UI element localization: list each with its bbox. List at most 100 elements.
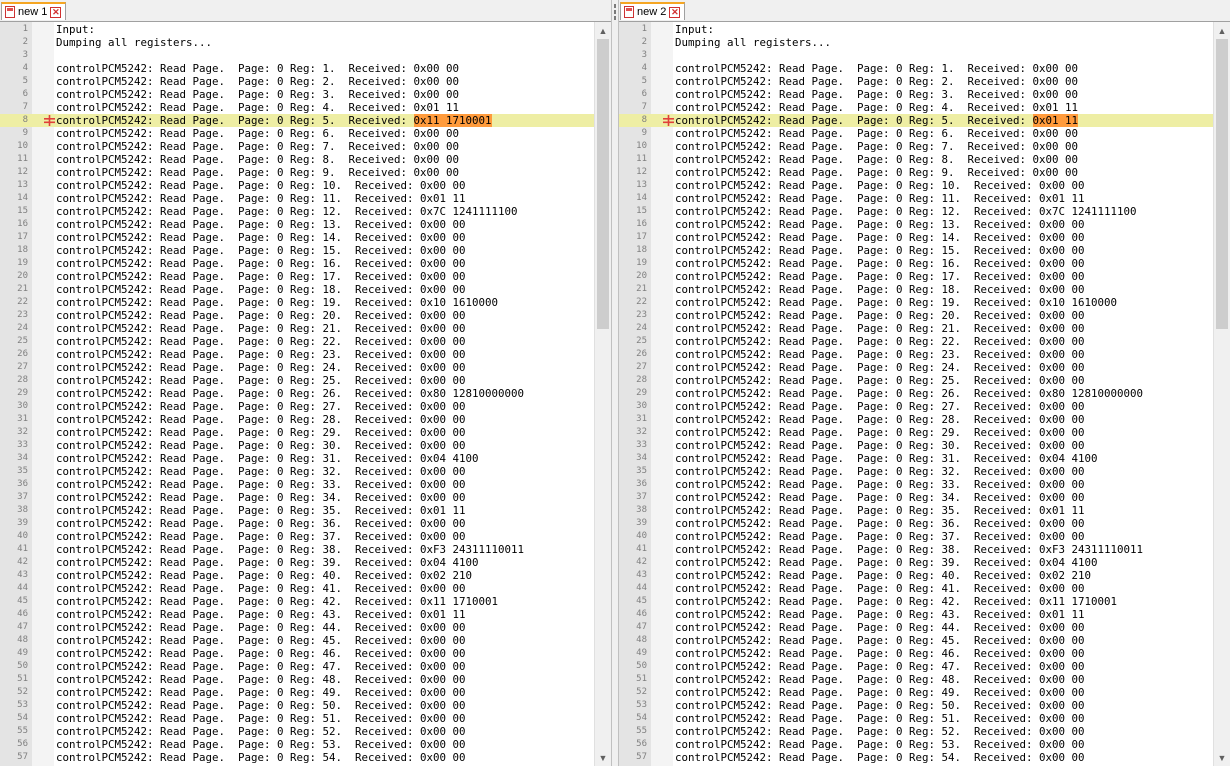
right-vertical-scrollbar[interactable]: ▲ ▼: [1213, 22, 1230, 766]
text-line[interactable]: 40 controlPCM5242: Read Page. Page: 0 Reg…: [619, 530, 1213, 543]
text-line[interactable]: 9 controlPCM5242: Read Page. Page: 0 Reg:…: [0, 127, 594, 140]
text-line[interactable]: 11 controlPCM5242: Read Page. Page: 0 Reg…: [619, 153, 1213, 166]
text-line[interactable]: 6 controlPCM5242: Read Page. Page: 0 Reg:…: [0, 88, 594, 101]
text-line[interactable]: 34 controlPCM5242: Read Page. Page: 0 Reg…: [0, 452, 594, 465]
text-line[interactable]: 37 controlPCM5242: Read Page. Page: 0 Reg…: [0, 491, 594, 504]
text-line[interactable]: 25 controlPCM5242: Read Page. Page: 0 Reg…: [619, 335, 1213, 348]
text-line[interactable]: 2 Dumping all registers...: [0, 36, 594, 49]
right-text-area[interactable]: 1 Input: 2 Dumping all registers... 3 4 contro…: [619, 22, 1213, 766]
text-line[interactable]: 6 controlPCM5242: Read Page. Page: 0 Reg:…: [619, 88, 1213, 101]
text-line[interactable]: 5 controlPCM5242: Read Page. Page: 0 Reg:…: [0, 75, 594, 88]
text-line[interactable]: 19 controlPCM5242: Read Page. Page: 0 Reg…: [0, 257, 594, 270]
text-line[interactable]: 29 controlPCM5242: Read Page. Page: 0 Reg…: [0, 387, 594, 400]
text-line[interactable]: 22 controlPCM5242: Read Page. Page: 0 Reg…: [0, 296, 594, 309]
scroll-down-icon[interactable]: ▼: [1214, 749, 1230, 766]
scroll-down-icon[interactable]: ▼: [595, 749, 611, 766]
text-line[interactable]: 12 controlPCM5242: Read Page. Page: 0 Reg…: [0, 166, 594, 179]
text-line[interactable]: 48 controlPCM5242: Read Page. Page: 0 Reg…: [619, 634, 1213, 647]
text-line[interactable]: 49 controlPCM5242: Read Page. Page: 0 Reg…: [619, 647, 1213, 660]
text-line[interactable]: 28 controlPCM5242: Read Page. Page: 0 Reg…: [619, 374, 1213, 387]
text-line[interactable]: 46 controlPCM5242: Read Page. Page: 0 Reg…: [0, 608, 594, 621]
text-line[interactable]: 26 controlPCM5242: Read Page. Page: 0 Reg…: [619, 348, 1213, 361]
text-line[interactable]: 53 controlPCM5242: Read Page. Page: 0 Reg…: [619, 699, 1213, 712]
left-text-area[interactable]: 1 Input: 2 Dumping all registers... 3 4 contro…: [0, 22, 594, 766]
text-line[interactable]: 20 controlPCM5242: Read Page. Page: 0 Reg…: [619, 270, 1213, 283]
text-line[interactable]: 41 controlPCM5242: Read Page. Page: 0 Reg…: [0, 543, 594, 556]
text-line[interactable]: 43 controlPCM5242: Read Page. Page: 0 Reg…: [619, 569, 1213, 582]
text-line[interactable]: 26 controlPCM5242: Read Page. Page: 0 Reg…: [0, 348, 594, 361]
text-line[interactable]: 13 controlPCM5242: Read Page. Page: 0 Reg…: [0, 179, 594, 192]
text-line[interactable]: 21 controlPCM5242: Read Page. Page: 0 Reg…: [0, 283, 594, 296]
text-line[interactable]: 45 controlPCM5242: Read Page. Page: 0 Reg…: [619, 595, 1213, 608]
text-line[interactable]: 32 controlPCM5242: Read Page. Page: 0 Reg…: [619, 426, 1213, 439]
text-line[interactable]: 38 controlPCM5242: Read Page. Page: 0 Reg…: [0, 504, 594, 517]
text-line[interactable]: 17 controlPCM5242: Read Page. Page: 0 Reg…: [0, 231, 594, 244]
text-line[interactable]: 39 controlPCM5242: Read Page. Page: 0 Reg…: [619, 517, 1213, 530]
text-line[interactable]: 55 controlPCM5242: Read Page. Page: 0 Reg…: [619, 725, 1213, 738]
text-line[interactable]: 57 controlPCM5242: Read Page. Page: 0 Reg…: [619, 751, 1213, 764]
scroll-thumb[interactable]: [597, 39, 609, 329]
text-line[interactable]: 27 controlPCM5242: Read Page. Page: 0 Reg…: [0, 361, 594, 374]
tab-new-1[interactable]: new 1 ✕: [1, 2, 67, 20]
text-line[interactable]: 44 controlPCM5242: Read Page. Page: 0 Reg…: [619, 582, 1213, 595]
text-line[interactable]: 15 controlPCM5242: Read Page. Page: 0 Reg…: [619, 205, 1213, 218]
text-line[interactable]: 10 controlPCM5242: Read Page. Page: 0 Reg…: [0, 140, 594, 153]
text-line[interactable]: 3: [619, 49, 1213, 62]
text-line[interactable]: 1 Input:: [0, 23, 594, 36]
text-line[interactable]: 25 controlPCM5242: Read Page. Page: 0 Reg…: [0, 335, 594, 348]
text-line[interactable]: 28 controlPCM5242: Read Page. Page: 0 Reg…: [0, 374, 594, 387]
text-line[interactable]: 18 controlPCM5242: Read Page. Page: 0 Reg…: [0, 244, 594, 257]
text-line[interactable]: 57 controlPCM5242: Read Page. Page: 0 Reg…: [0, 751, 594, 764]
text-line[interactable]: 49 controlPCM5242: Read Page. Page: 0 Reg…: [0, 647, 594, 660]
text-line[interactable]: 8 controlPCM5242: Read Page. Page: 0 Reg:…: [0, 114, 594, 127]
text-line[interactable]: 34 controlPCM5242: Read Page. Page: 0 Reg…: [619, 452, 1213, 465]
text-line[interactable]: 51 controlPCM5242: Read Page. Page: 0 Reg…: [0, 673, 594, 686]
text-line[interactable]: 3: [0, 49, 594, 62]
pane-splitter[interactable]: [611, 0, 619, 766]
text-line[interactable]: 46 controlPCM5242: Read Page. Page: 0 Reg…: [619, 608, 1213, 621]
text-line[interactable]: 33 controlPCM5242: Read Page. Page: 0 Reg…: [619, 439, 1213, 452]
text-line[interactable]: 42 controlPCM5242: Read Page. Page: 0 Reg…: [619, 556, 1213, 569]
text-line[interactable]: 8 controlPCM5242: Read Page. Page: 0 Reg:…: [619, 114, 1213, 127]
text-line[interactable]: 18 controlPCM5242: Read Page. Page: 0 Reg…: [619, 244, 1213, 257]
text-line[interactable]: 5 controlPCM5242: Read Page. Page: 0 Reg:…: [619, 75, 1213, 88]
text-line[interactable]: 10 controlPCM5242: Read Page. Page: 0 Reg…: [619, 140, 1213, 153]
text-line[interactable]: 36 controlPCM5242: Read Page. Page: 0 Reg…: [619, 478, 1213, 491]
text-line[interactable]: 56 controlPCM5242: Read Page. Page: 0 Reg…: [0, 738, 594, 751]
scroll-up-icon[interactable]: ▲: [1214, 22, 1230, 39]
text-line[interactable]: 23 controlPCM5242: Read Page. Page: 0 Reg…: [619, 309, 1213, 322]
text-line[interactable]: 54 controlPCM5242: Read Page. Page: 0 Reg…: [619, 712, 1213, 725]
text-line[interactable]: 29 controlPCM5242: Read Page. Page: 0 Reg…: [619, 387, 1213, 400]
text-line[interactable]: 14 controlPCM5242: Read Page. Page: 0 Reg…: [0, 192, 594, 205]
text-line[interactable]: 52 controlPCM5242: Read Page. Page: 0 Reg…: [0, 686, 594, 699]
close-icon[interactable]: ✕: [669, 6, 681, 18]
text-line[interactable]: 14 controlPCM5242: Read Page. Page: 0 Reg…: [619, 192, 1213, 205]
text-line[interactable]: 43 controlPCM5242: Read Page. Page: 0 Reg…: [0, 569, 594, 582]
text-line[interactable]: 7 controlPCM5242: Read Page. Page: 0 Reg:…: [619, 101, 1213, 114]
text-line[interactable]: 27 controlPCM5242: Read Page. Page: 0 Reg…: [619, 361, 1213, 374]
text-line[interactable]: 24 controlPCM5242: Read Page. Page: 0 Reg…: [619, 322, 1213, 335]
text-line[interactable]: 24 controlPCM5242: Read Page. Page: 0 Reg…: [0, 322, 594, 335]
text-line[interactable]: 21 controlPCM5242: Read Page. Page: 0 Reg…: [619, 283, 1213, 296]
text-line[interactable]: 53 controlPCM5242: Read Page. Page: 0 Reg…: [0, 699, 594, 712]
tab-new-2[interactable]: new 2 ✕: [620, 2, 686, 20]
text-line[interactable]: 33 controlPCM5242: Read Page. Page: 0 Reg…: [0, 439, 594, 452]
text-line[interactable]: 52 controlPCM5242: Read Page. Page: 0 Reg…: [619, 686, 1213, 699]
text-line[interactable]: 16 controlPCM5242: Read Page. Page: 0 Reg…: [0, 218, 594, 231]
text-line[interactable]: 11 controlPCM5242: Read Page. Page: 0 Reg…: [0, 153, 594, 166]
text-line[interactable]: 19 controlPCM5242: Read Page. Page: 0 Reg…: [619, 257, 1213, 270]
left-vertical-scrollbar[interactable]: ▲ ▼: [594, 22, 611, 766]
text-line[interactable]: 7 controlPCM5242: Read Page. Page: 0 Reg:…: [0, 101, 594, 114]
text-line[interactable]: 50 controlPCM5242: Read Page. Page: 0 Reg…: [619, 660, 1213, 673]
text-line[interactable]: 30 controlPCM5242: Read Page. Page: 0 Reg…: [619, 400, 1213, 413]
text-line[interactable]: 30 controlPCM5242: Read Page. Page: 0 Reg…: [0, 400, 594, 413]
close-icon[interactable]: ✕: [50, 6, 62, 18]
text-line[interactable]: 47 controlPCM5242: Read Page. Page: 0 Reg…: [619, 621, 1213, 634]
text-line[interactable]: 31 controlPCM5242: Read Page. Page: 0 Reg…: [619, 413, 1213, 426]
text-line[interactable]: 16 controlPCM5242: Read Page. Page: 0 Reg…: [619, 218, 1213, 231]
text-line[interactable]: 55 controlPCM5242: Read Page. Page: 0 Reg…: [0, 725, 594, 738]
text-line[interactable]: 48 controlPCM5242: Read Page. Page: 0 Reg…: [0, 634, 594, 647]
text-line[interactable]: 1 Input:: [619, 23, 1213, 36]
text-line[interactable]: 38 controlPCM5242: Read Page. Page: 0 Reg…: [619, 504, 1213, 517]
text-line[interactable]: 9 controlPCM5242: Read Page. Page: 0 Reg:…: [619, 127, 1213, 140]
